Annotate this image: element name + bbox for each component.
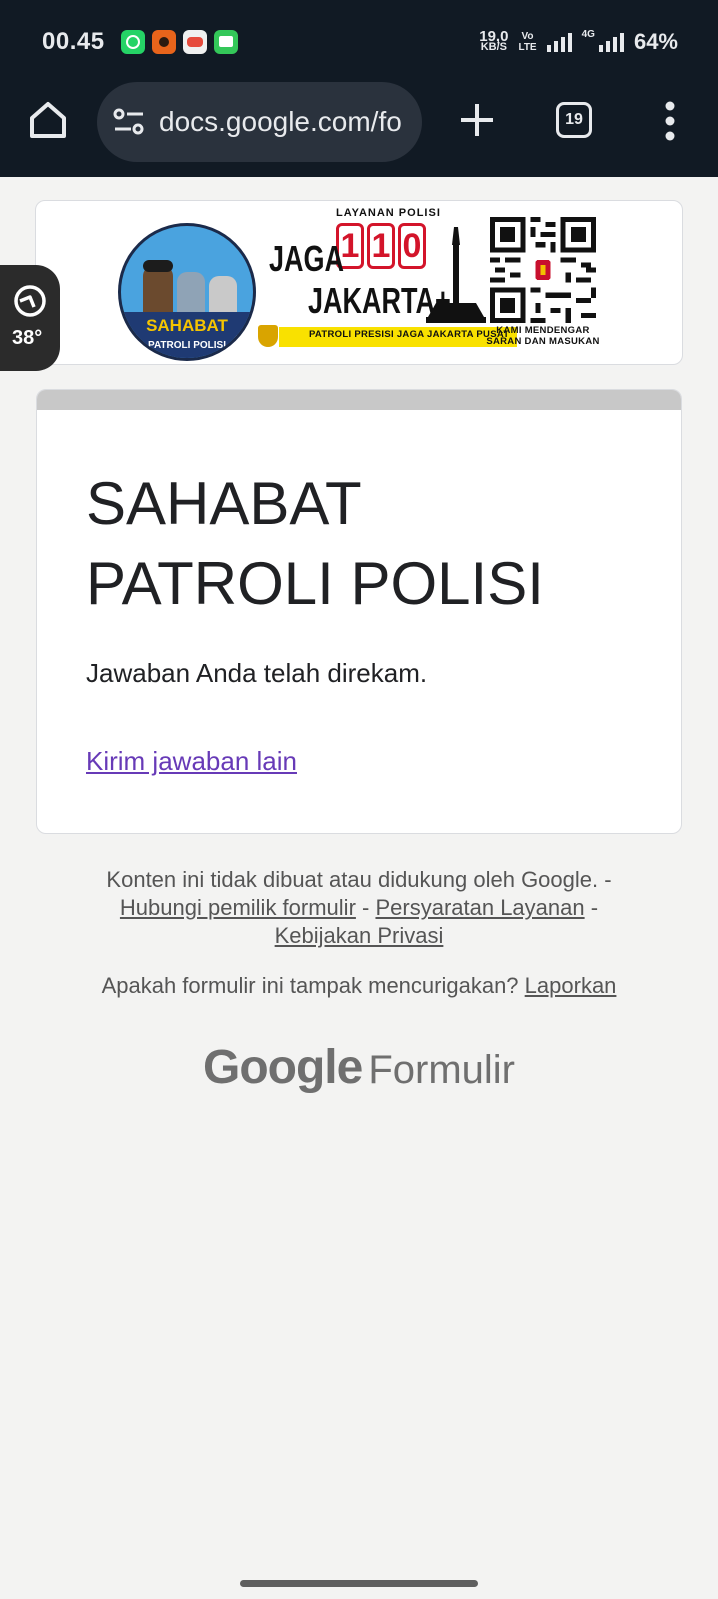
brand-product: Formulir [368, 1048, 515, 1092]
network-speed: 19,0 KB/S [479, 29, 508, 53]
monument-icon [426, 227, 486, 323]
emblem-subtitle: PATROLI POLISI [148, 340, 226, 351]
report-question: Apakah formulir ini tampak mencurigakan? [101, 973, 519, 998]
browser-toolbar: docs.google.com/fo 19 [0, 80, 718, 162]
status-bar: 00.45 19,0 KB/S Vo LTE 4G 64% [42, 26, 678, 58]
rotation-value: 38° [12, 327, 43, 349]
gesture-nav-handle[interactable] [240, 1580, 478, 1587]
form-header-banner: SAHABAT PATROLI POLISI LAYANAN POLISI 1 … [35, 200, 683, 365]
rotate-icon [14, 285, 46, 317]
hotline-digit: 1 [367, 223, 395, 269]
police-badge-icon [258, 325, 278, 347]
submit-another-link[interactable]: Kirim jawaban lain [86, 746, 297, 777]
card-accent-bar [37, 390, 681, 410]
qr-caption: KAMI MENDENGAR SARAN DAN MASUKAN [484, 325, 602, 347]
volte-indicator: Vo LTE [518, 31, 536, 53]
battery-level: 64% [633, 29, 678, 54]
address-bar[interactable]: docs.google.com/fo [97, 82, 422, 162]
qr-caption-line1: KAMI MENDENGAR [496, 325, 590, 336]
game-app-icon [182, 30, 207, 54]
report-row: Apakah formulir ini tampak mencurigakan?… [30, 973, 688, 999]
sahabat-patroli-emblem: SAHABAT PATROLI POLISI [118, 223, 256, 361]
hotline-digit: 0 [398, 223, 426, 269]
home-icon [30, 102, 66, 138]
tab-switcher-button[interactable]: 19 [556, 102, 592, 138]
signal-2-icon [598, 32, 624, 52]
service-label: LAYANAN POLISI [336, 207, 441, 219]
overflow-menu-button[interactable] [660, 100, 680, 142]
status-time: 00.45 [42, 28, 105, 55]
qr-code-icon [490, 217, 596, 323]
status-indicators: 19,0 KB/S Vo LTE 4G 64% [479, 29, 678, 55]
rotation-overlay[interactable]: 38° [0, 265, 60, 371]
terms-link[interactable]: Persyaratan Layanan [375, 895, 584, 920]
whatsapp-icon [120, 30, 145, 54]
privacy-link[interactable]: Kebijakan Privasi [275, 923, 444, 948]
form-footer: Konten ini tidak dibuat atau didukung ol… [106, 867, 612, 948]
report-link[interactable]: Laporkan [525, 973, 617, 998]
messages-icon [213, 30, 238, 54]
network-speed-unit: KB/S [480, 41, 507, 53]
contact-owner-link[interactable]: Hubungi pemilik formulir [120, 895, 356, 920]
brand-google: Google [203, 1041, 363, 1094]
google-forms-logo[interactable]: Google Formulir [0, 1040, 718, 1095]
volte-line2: LTE [518, 42, 537, 53]
new-tab-button[interactable] [455, 98, 499, 142]
tab-count: 19 [565, 111, 583, 128]
home-button[interactable] [26, 98, 70, 142]
site-settings-icon[interactable] [113, 108, 145, 136]
plus-icon [461, 104, 493, 136]
emblem-title: SAHABAT [146, 316, 228, 335]
fox-app-icon [151, 30, 176, 54]
banner-title-line1: JAGA [269, 238, 345, 279]
hotline-number: 1 1 0 [336, 223, 426, 269]
signal-1-icon [546, 32, 572, 52]
browser-chrome: 00.45 19,0 KB/S Vo LTE 4G 64% docs.googl… [0, 0, 718, 177]
qr-caption-line2: SARAN DAN MASUKAN [486, 336, 600, 347]
notification-icons [120, 30, 238, 54]
volte-line1: Vo [521, 31, 534, 42]
url-text[interactable]: docs.google.com/fo [159, 106, 407, 138]
form-confirmation-card: SAHABAT PATROLI POLISI Jawaban Anda tela… [36, 389, 682, 834]
disclaimer-text: Konten ini tidak dibuat atau didukung ol… [106, 867, 599, 892]
confirmation-message: Jawaban Anda telah direkam. [86, 658, 428, 688]
network-type: 4G [581, 29, 595, 40]
banner-motto: PATROLI PRESISI JAGA JAKARTA PUSAT [279, 327, 518, 347]
form-title: SAHABAT PATROLI POLISI [86, 470, 544, 617]
more-vert-icon [665, 101, 675, 141]
